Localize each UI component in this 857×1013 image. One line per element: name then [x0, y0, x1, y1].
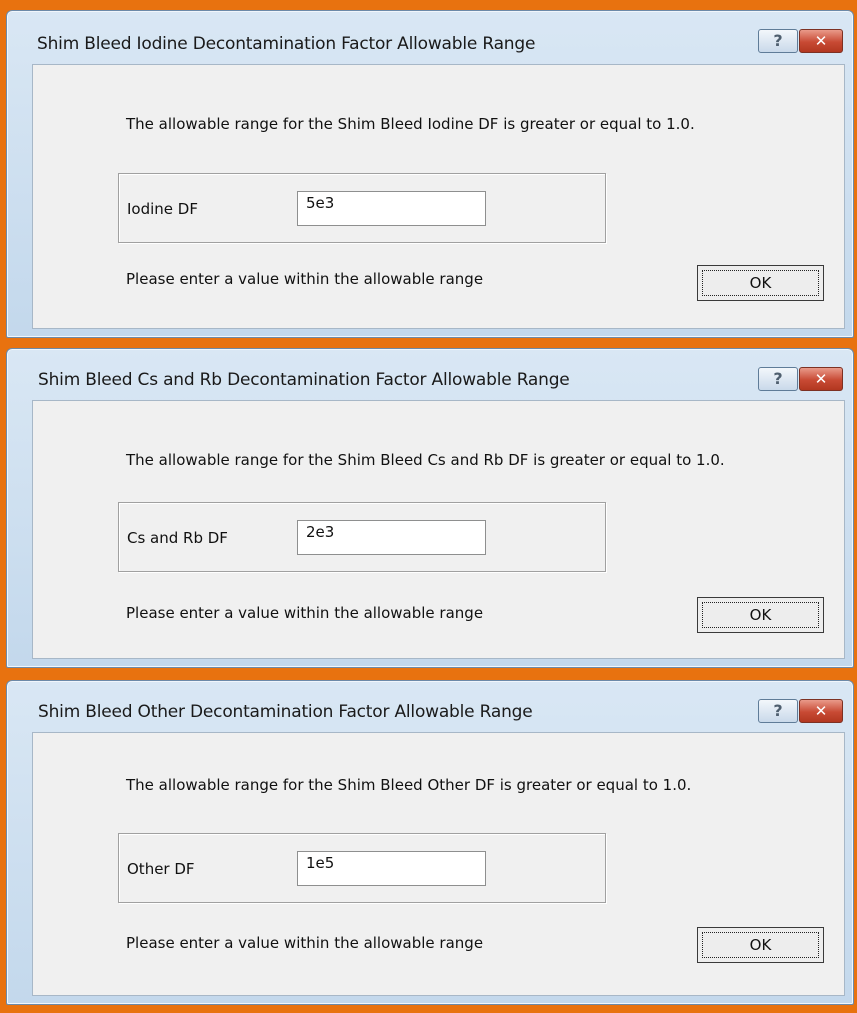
- ok-button[interactable]: OK: [697, 597, 824, 633]
- dialog-body: The allowable range for the Shim Bleed I…: [32, 64, 845, 329]
- dialog-body: The allowable range for the Shim Bleed O…: [32, 732, 845, 996]
- range-description: The allowable range for the Shim Bleed C…: [126, 451, 725, 469]
- range-hint: Please enter a value within the allowabl…: [126, 270, 484, 288]
- range-hint: Please enter a value within the allowabl…: [126, 934, 484, 952]
- iodine-df-dialog: Shim Bleed Iodine Decontamination Factor…: [6, 10, 854, 338]
- dialog-title: Shim Bleed Iodine Decontamination Factor…: [37, 34, 536, 54]
- other-df-dialog: Shim Bleed Other Decontamination Factor …: [6, 680, 854, 1005]
- other-df-input[interactable]: [297, 851, 486, 886]
- cs-rb-df-input[interactable]: [297, 520, 486, 555]
- ok-button-label: OK: [749, 606, 772, 624]
- cs-rb-df-label: Cs and Rb DF: [127, 529, 228, 547]
- other-df-label: Other DF: [127, 860, 195, 878]
- dialog-titlebar[interactable]: Shim Bleed Cs and Rb Decontamination Fac…: [7, 349, 853, 401]
- input-group-box: Iodine DF: [118, 173, 606, 243]
- input-group-box: Cs and Rb DF: [118, 502, 606, 572]
- dialog-titlebar[interactable]: Shim Bleed Other Decontamination Factor …: [7, 681, 853, 733]
- dialog-body: The allowable range for the Shim Bleed C…: [32, 400, 845, 659]
- ok-button-label: OK: [749, 936, 772, 954]
- close-icon[interactable]: ✕: [799, 29, 843, 53]
- cs-rb-df-dialog: Shim Bleed Cs and Rb Decontamination Fac…: [6, 348, 854, 668]
- dialog-title: Shim Bleed Cs and Rb Decontamination Fac…: [38, 370, 570, 390]
- range-hint: Please enter a value within the allowabl…: [126, 604, 484, 622]
- ok-button[interactable]: OK: [697, 927, 824, 963]
- iodine-df-input[interactable]: [297, 191, 486, 226]
- ok-button-label: OK: [749, 274, 772, 292]
- help-icon[interactable]: ?: [758, 29, 798, 53]
- dialog-titlebar[interactable]: Shim Bleed Iodine Decontamination Factor…: [7, 11, 853, 63]
- range-description: The allowable range for the Shim Bleed I…: [126, 115, 695, 133]
- help-icon[interactable]: ?: [758, 367, 798, 391]
- range-description: The allowable range for the Shim Bleed O…: [126, 776, 692, 794]
- dialog-title: Shim Bleed Other Decontamination Factor …: [38, 702, 533, 722]
- help-icon[interactable]: ?: [758, 699, 798, 723]
- input-group-box: Other DF: [118, 833, 606, 903]
- close-icon[interactable]: ✕: [799, 367, 843, 391]
- iodine-df-label: Iodine DF: [127, 200, 198, 218]
- close-icon[interactable]: ✕: [799, 699, 843, 723]
- ok-button[interactable]: OK: [697, 265, 824, 301]
